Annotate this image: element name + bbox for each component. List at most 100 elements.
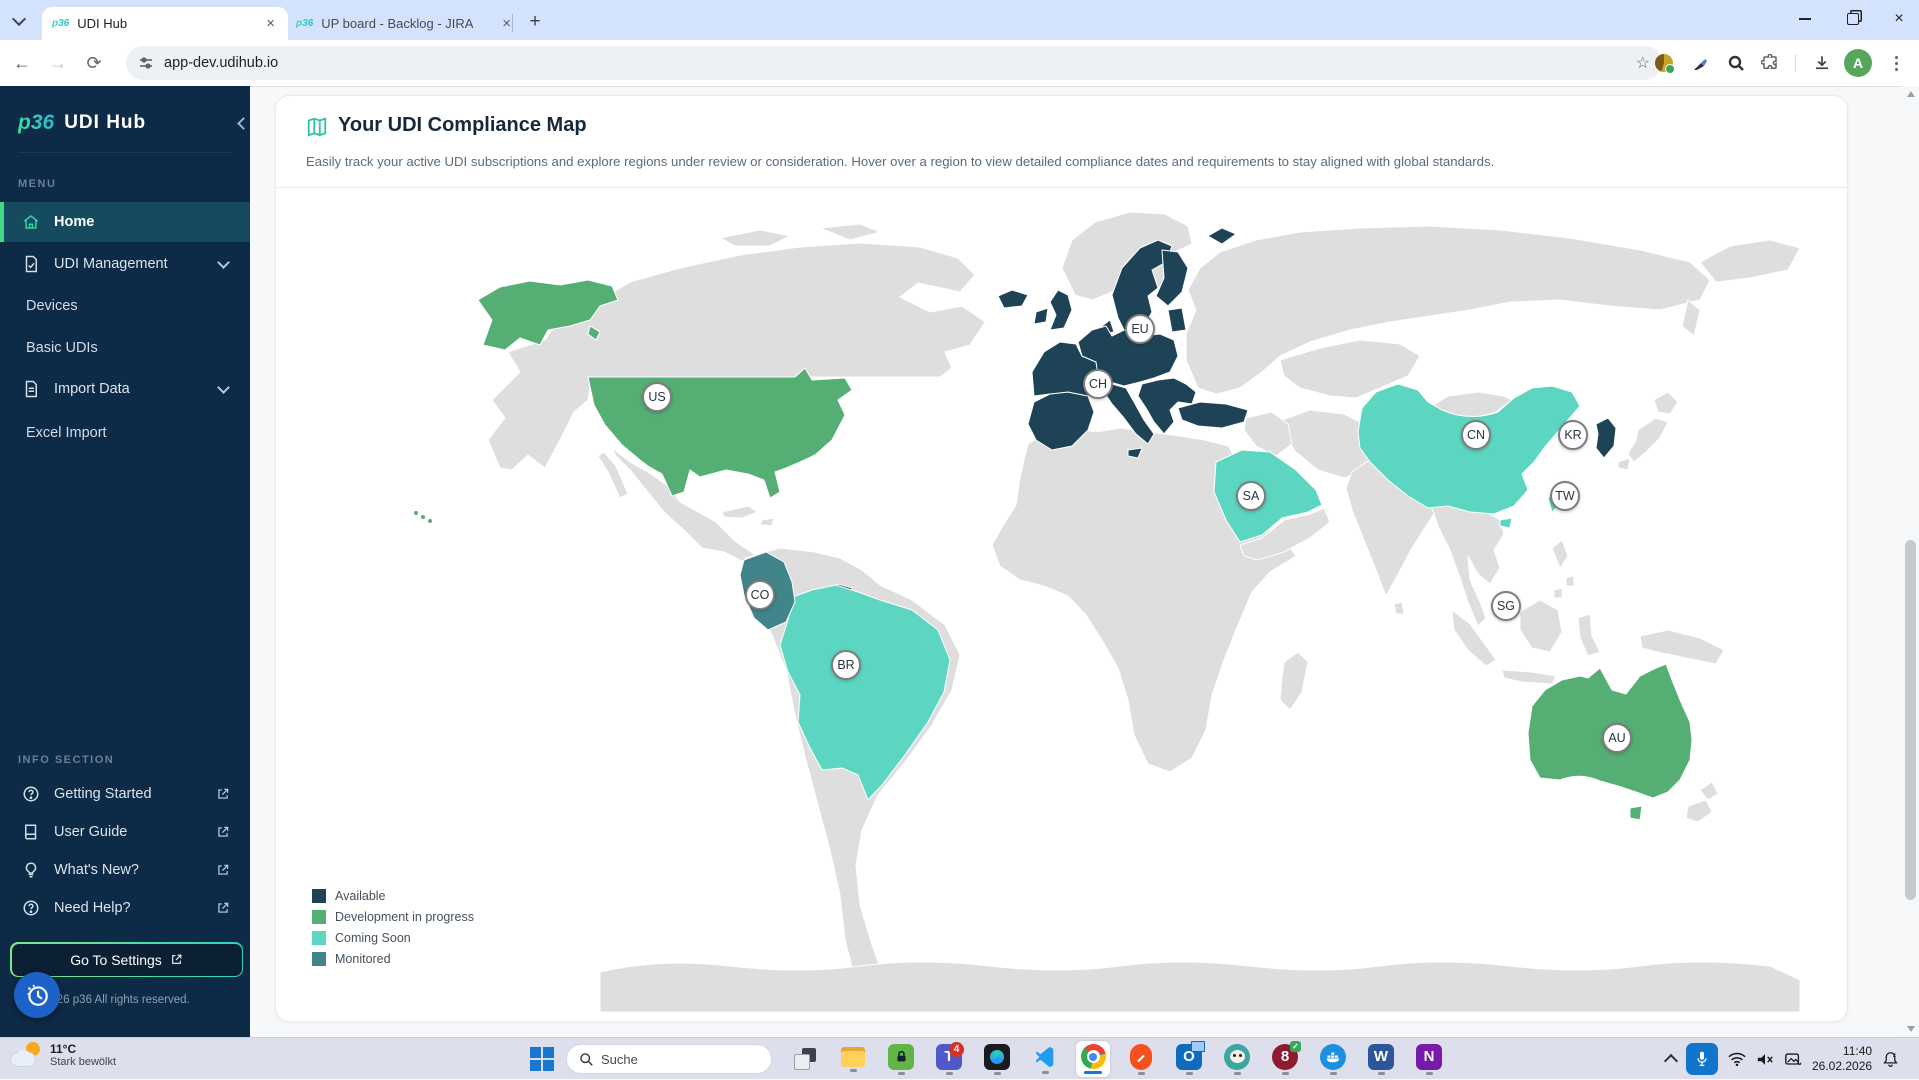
country-russia xyxy=(1186,226,1710,394)
bookmark-star-icon[interactable]: ☆ xyxy=(1636,53,1650,73)
sidebar-item-user-guide[interactable]: User Guide xyxy=(0,812,250,852)
chevron-left-icon xyxy=(237,117,250,130)
legend-label: Monitored xyxy=(335,952,391,966)
card-header: Your UDI Compliance Map xyxy=(306,114,587,137)
teams-button[interactable]: T4 xyxy=(932,1041,966,1077)
sidebar-item-label: Devices xyxy=(26,298,78,314)
start-button[interactable] xyxy=(530,1047,554,1071)
chrome-button[interactable] xyxy=(1076,1041,1110,1077)
tab-close-icon[interactable]: × xyxy=(263,15,278,32)
clock-time: 11:40 xyxy=(1812,1044,1872,1059)
notification-bell-dnd-icon[interactable]: z xyxy=(1882,1051,1899,1068)
window-close-button[interactable]: × xyxy=(1878,4,1919,34)
svg-text:z: z xyxy=(1893,1052,1896,1058)
map-marker-kr[interactable]: KR xyxy=(1558,420,1588,450)
weather-temp: 11°C xyxy=(50,1042,116,1056)
sidebar-item-getting-started[interactable]: Getting Started xyxy=(0,774,250,814)
outlook-button[interactable]: O xyxy=(1172,1041,1206,1077)
reload-button[interactable]: ⟳ xyxy=(80,49,108,77)
tray-expand-icon[interactable] xyxy=(1664,1054,1678,1068)
page-scrollbar[interactable] xyxy=(1902,86,1919,1037)
tab-jira[interactable]: p36 UP board - Backlog - JIRA × xyxy=(288,10,522,37)
info-section-label: INFO SECTION xyxy=(18,754,114,766)
map-marker-br[interactable]: BR xyxy=(831,650,861,680)
photos-sync-icon[interactable] xyxy=(1784,1052,1802,1067)
world-map[interactable] xyxy=(276,188,1848,1021)
sidebar-collapse-button[interactable] xyxy=(230,110,256,136)
assistant-widget-button[interactable] xyxy=(14,972,60,1018)
sidebar-item-label: Import Data xyxy=(54,381,130,397)
vscode-button[interactable] xyxy=(1028,1041,1062,1077)
onenote-button[interactable]: N xyxy=(1412,1041,1446,1077)
tab-udi-hub[interactable]: p36 UDI Hub × xyxy=(42,7,288,40)
sidebar-item-label: User Guide xyxy=(54,824,127,840)
tab-search-button[interactable] xyxy=(6,8,32,34)
window-minimize-button[interactable] xyxy=(1784,4,1826,34)
webex-button[interactable] xyxy=(980,1041,1014,1077)
go-to-settings-button[interactable]: Go To Settings xyxy=(10,942,243,977)
eight-by-eight-button[interactable]: 8✓ xyxy=(1268,1041,1302,1077)
external-link-icon xyxy=(216,787,230,801)
downloads-icon[interactable] xyxy=(1808,49,1836,77)
scrollbar-thumb[interactable] xyxy=(1905,540,1916,900)
tab-separator xyxy=(512,14,513,32)
map-marker-cn[interactable]: CN xyxy=(1461,420,1491,450)
file-explorer-button[interactable] xyxy=(836,1041,870,1077)
wifi-icon[interactable] xyxy=(1728,1052,1746,1066)
url-text[interactable]: app-dev.udihub.io xyxy=(164,55,1626,71)
windows-taskbar: 11°C Stark bewölkt Suche T4 xyxy=(0,1037,1919,1079)
mascot-app-button[interactable] xyxy=(1220,1041,1254,1077)
pen-app-button[interactable] xyxy=(1124,1041,1158,1077)
extension-inspector-icon[interactable] xyxy=(1722,49,1750,77)
microphone-button[interactable] xyxy=(1686,1043,1718,1075)
map-marker-tw[interactable]: TW xyxy=(1550,481,1580,511)
p36-favicon: p36 xyxy=(296,18,313,29)
browser-menu-button[interactable] xyxy=(1884,49,1908,77)
scroll-down-arrow[interactable] xyxy=(1902,1021,1919,1037)
map-marker-co[interactable]: CO xyxy=(745,580,775,610)
profile-avatar[interactable]: A xyxy=(1844,49,1872,77)
legend-item: Development in progress xyxy=(312,909,474,925)
copyright-text: 2026 p36 All rights reserved. xyxy=(44,994,190,1006)
sidebar-item-whats-new[interactable]: What's New? xyxy=(0,850,250,890)
sidebar-item-udi-management[interactable]: UDI Management xyxy=(0,244,250,284)
word-button[interactable]: W xyxy=(1364,1041,1398,1077)
browser-toolbar: ← → ⟳ app-dev.udihub.io ☆ A xyxy=(0,40,1919,87)
task-view-button[interactable] xyxy=(788,1041,822,1077)
sidebar-item-excel-import[interactable]: Excel Import xyxy=(0,413,250,453)
map-marker-ch[interactable]: CH xyxy=(1083,369,1113,399)
weather-widget[interactable]: 11°C Stark bewölkt xyxy=(10,1042,116,1068)
map-icon xyxy=(306,115,328,137)
back-button[interactable]: ← xyxy=(8,49,36,77)
extensions-puzzle-icon[interactable] xyxy=(1756,49,1784,77)
sidebar-item-devices[interactable]: Devices xyxy=(0,286,250,326)
sidebar-item-import-data[interactable]: Import Data xyxy=(0,369,250,409)
country-uk xyxy=(1050,290,1072,330)
map-marker-us[interactable]: US xyxy=(642,382,672,412)
window-restore-button[interactable] xyxy=(1832,4,1874,34)
taskbar-clock[interactable]: 11:40 26.02.2026 xyxy=(1812,1044,1872,1074)
sidebar: p36 UDI Hub MENU Home UDI Management Dev… xyxy=(0,86,250,1037)
mic-icon xyxy=(1695,1051,1709,1067)
taskbar-search[interactable]: Suche xyxy=(566,1044,772,1074)
sidebar-item-home[interactable]: Home xyxy=(0,202,250,242)
map-marker-sg[interactable]: SG xyxy=(1491,591,1521,621)
teams-badge: 4 xyxy=(949,1042,964,1057)
password-manager-button[interactable] xyxy=(884,1041,918,1077)
scroll-up-arrow[interactable] xyxy=(1902,86,1919,102)
map-marker-eu[interactable]: EU xyxy=(1125,314,1155,344)
new-tab-button[interactable]: + xyxy=(522,9,548,35)
sidebar-item-label: Basic UDIs xyxy=(26,340,98,356)
map-marker-au[interactable]: AU xyxy=(1602,723,1632,753)
extension-eyedropper-icon[interactable] xyxy=(1686,49,1714,77)
docker-button[interactable] xyxy=(1316,1041,1350,1077)
sidebar-item-need-help[interactable]: Need Help? xyxy=(0,888,250,928)
chrome-icon xyxy=(1081,1044,1106,1069)
extension-pie-icon[interactable] xyxy=(1650,49,1678,77)
volume-muted-icon[interactable] xyxy=(1756,1052,1774,1067)
screen: { "browser": { "tabs": [ { "title": "UDI… xyxy=(0,0,1919,1079)
address-bar[interactable]: app-dev.udihub.io ☆ xyxy=(126,46,1662,80)
sidebar-item-basic-udis[interactable]: Basic UDIs xyxy=(0,328,250,368)
map-marker-sa[interactable]: SA xyxy=(1236,481,1266,511)
site-info-icon[interactable] xyxy=(138,55,154,71)
